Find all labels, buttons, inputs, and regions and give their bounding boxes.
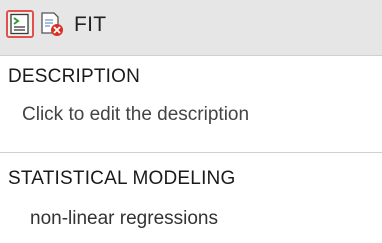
statistical-modeling-value: non-linear regressions bbox=[30, 208, 218, 229]
delete-report-icon bbox=[41, 12, 63, 36]
report-button[interactable] bbox=[6, 10, 34, 38]
section-divider bbox=[0, 152, 382, 153]
delete-report-button[interactable] bbox=[38, 10, 66, 38]
panel-title: FIT bbox=[74, 13, 107, 36]
fit-panel: FIT DESCRIPTION Click to edit the descri… bbox=[0, 0, 382, 243]
description-heading: DESCRIPTION bbox=[8, 66, 141, 87]
statistical-modeling-heading: STATISTICAL MODELING bbox=[8, 168, 236, 189]
description-value[interactable]: Click to edit the description bbox=[22, 104, 249, 126]
report-icon bbox=[10, 13, 29, 35]
panel-header: FIT bbox=[0, 0, 382, 56]
